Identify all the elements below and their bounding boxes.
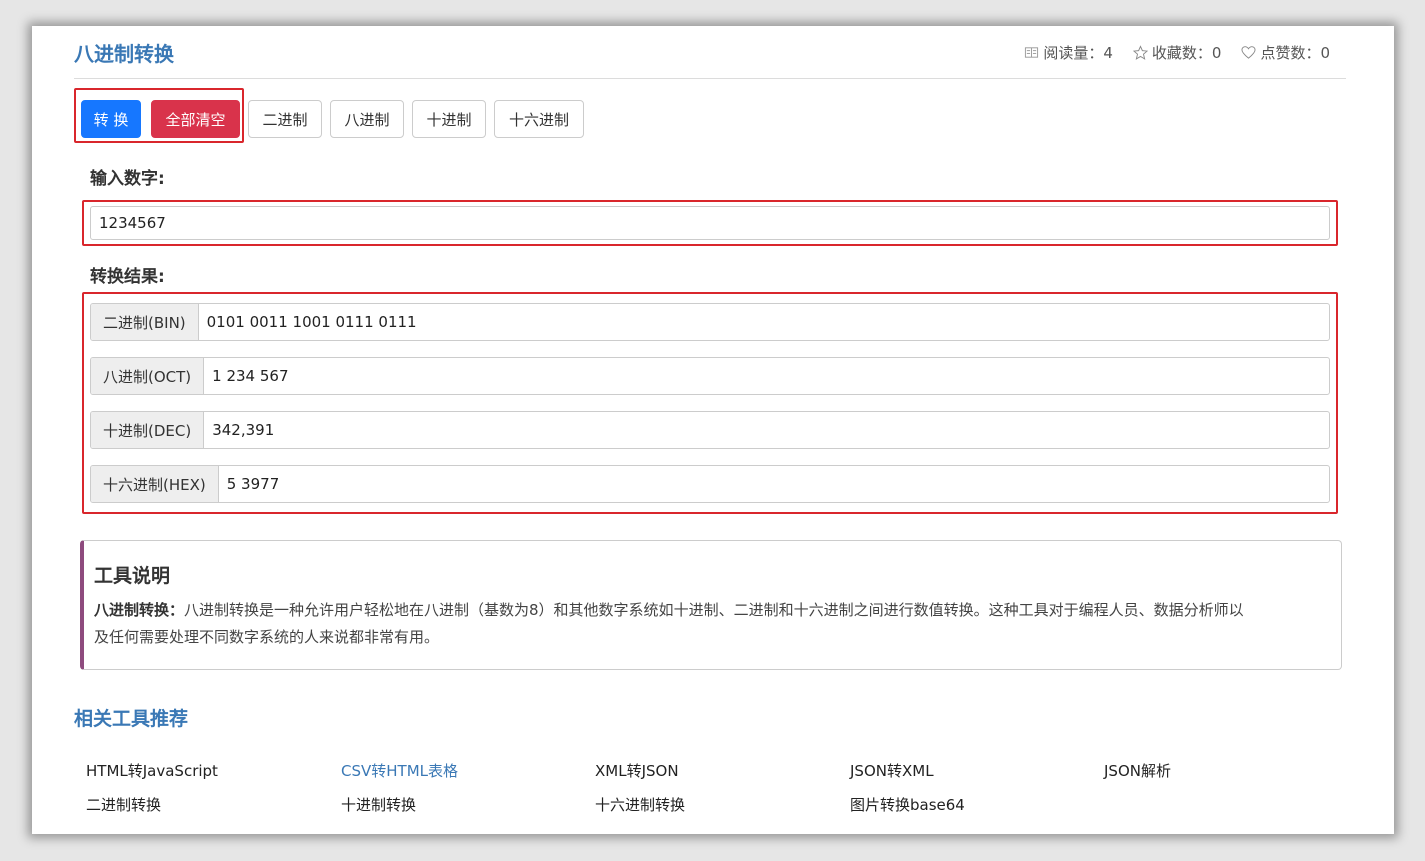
read-count-text: 阅读量：4: [1043, 44, 1113, 62]
read-count: 阅读量：4: [1024, 42, 1113, 63]
toolbar: 转 换 全部清空 二进制 八进制 十进制 十六进制: [74, 88, 1374, 148]
description-title: 工具说明: [94, 565, 171, 587]
star-icon: [1132, 45, 1148, 60]
result-value[interactable]: 0101 0011 1001 0111 0111: [199, 304, 417, 340]
related-link[interactable]: HTML转JavaScript: [86, 760, 218, 781]
description-lead: 八进制转换：: [94, 601, 185, 619]
fav-count-text: 收藏数：0: [1151, 44, 1222, 62]
book-icon: [1025, 47, 1039, 58]
stats-bar: 阅读量：4 收藏数：0 点赞数：0: [1024, 42, 1330, 63]
binary-button[interactable]: 二进制: [248, 100, 322, 138]
related-tools-title: 相关工具推荐: [74, 708, 189, 730]
result-row-bin: 二进制(BIN) 0101 0011 1001 0111 0111: [90, 303, 1330, 341]
related-link[interactable]: CSV转HTML表格: [341, 760, 458, 781]
convert-button[interactable]: 转 换: [81, 100, 141, 138]
input-label: 输入数字:: [90, 169, 165, 189]
number-input[interactable]: 1234567: [90, 206, 1330, 240]
fav-count[interactable]: 收藏数：0: [1132, 42, 1222, 63]
result-addon: 二进制(BIN): [91, 304, 199, 340]
result-addon: 八进制(OCT): [91, 358, 205, 394]
related-link[interactable]: 十进制转换: [341, 794, 416, 815]
description-text-1: 八进制转换是一种允许用户轻松地在八进制（基数为8）和其他数字系统如十进制、二进制…: [184, 601, 1244, 619]
results-label: 转换结果:: [90, 267, 165, 287]
page-frame: 八进制转换 阅读量：4 收藏数：0 点赞数：0 转 换 全部清空 二进制 八进制…: [32, 26, 1394, 834]
hex-button[interactable]: 十六进制: [494, 100, 584, 138]
result-value[interactable]: 1 234 567: [204, 358, 288, 394]
result-value[interactable]: 5 3977: [219, 466, 280, 502]
result-row-dec: 十进制(DEC) 342,391: [90, 411, 1330, 449]
decimal-button[interactable]: 十进制: [412, 100, 486, 138]
clear-all-button[interactable]: 全部清空: [151, 100, 240, 138]
tool-description: 工具说明 八进制转换：八进制转换是一种允许用户轻松地在八进制（基数为8）和其他数…: [80, 540, 1342, 670]
description-text-2: 及任何需要处理不同数字系统的人来说都非常有用。: [94, 628, 440, 646]
description-body: 八进制转换：八进制转换是一种允许用户轻松地在八进制（基数为8）和其他数字系统如十…: [94, 597, 1328, 651]
result-addon: 十进制(DEC): [91, 412, 205, 448]
like-count[interactable]: 点赞数：0: [1241, 42, 1330, 63]
octal-button[interactable]: 八进制: [330, 100, 404, 138]
related-link[interactable]: JSON解析: [1104, 760, 1171, 781]
related-link[interactable]: 二进制转换: [86, 794, 161, 815]
result-value[interactable]: 342,391: [204, 412, 274, 448]
result-addon: 十六进制(HEX): [91, 466, 219, 502]
like-count-text: 点赞数：0: [1260, 44, 1330, 62]
related-link[interactable]: JSON转XML: [850, 760, 934, 781]
related-link[interactable]: 十六进制转换: [595, 794, 685, 815]
result-row-oct: 八进制(OCT) 1 234 567: [90, 357, 1330, 395]
related-link[interactable]: 图片转换base64: [850, 794, 965, 815]
heart-icon: [1241, 46, 1256, 59]
page-header: 八进制转换 阅读量：4 收藏数：0 点赞数：0: [74, 36, 1346, 79]
page-title: 八进制转换: [74, 42, 174, 66]
related-link[interactable]: XML转JSON: [595, 760, 679, 781]
result-row-hex: 十六进制(HEX) 5 3977: [90, 465, 1330, 503]
